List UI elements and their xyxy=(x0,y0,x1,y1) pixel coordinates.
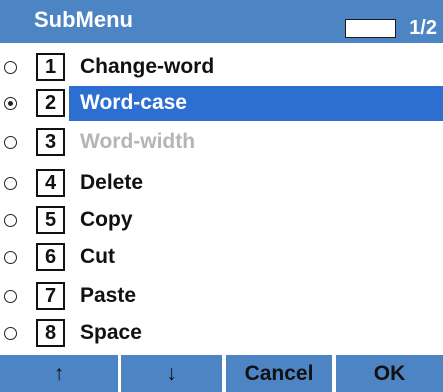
item-label: Word-case xyxy=(80,91,187,114)
menu-item-delete[interactable]: 4 Delete xyxy=(0,166,443,199)
item-number: 5 xyxy=(36,206,65,234)
menu-item-cut[interactable]: 6 Cut xyxy=(0,240,443,273)
radio-off-icon xyxy=(4,61,17,74)
page-indicator: 1/2 xyxy=(409,17,437,39)
item-label: Paste xyxy=(80,284,137,307)
page-title: SubMenu xyxy=(34,7,133,32)
item-label: Change-word xyxy=(80,55,215,78)
item-label: Word-width xyxy=(80,130,196,153)
item-label: Delete xyxy=(80,171,144,194)
item-label: Copy xyxy=(80,208,133,231)
item-number: 4 xyxy=(36,169,65,197)
radio-on-icon xyxy=(4,97,17,110)
item-number: 1 xyxy=(36,53,65,81)
item-number: 8 xyxy=(36,319,65,347)
item-number: 7 xyxy=(36,282,65,310)
header-bar: SubMenu 1/2 xyxy=(0,0,443,43)
radio-off-icon xyxy=(4,136,17,149)
item-number: 2 xyxy=(36,89,65,117)
radio-off-icon xyxy=(4,327,17,340)
softkey-bar: ↑ ↓ Cancel OK xyxy=(0,355,443,392)
menu-item-change-word[interactable]: 1 Change-word xyxy=(0,50,443,83)
ok-button[interactable]: OK xyxy=(336,355,443,392)
radio-off-icon xyxy=(4,290,17,303)
item-label: Cut xyxy=(80,245,115,268)
page-indicator-box xyxy=(345,19,396,38)
cancel-button[interactable]: Cancel xyxy=(226,355,332,392)
up-arrow-button[interactable]: ↑ xyxy=(0,355,118,392)
menu-item-word-case[interactable]: 2 Word-case xyxy=(0,86,443,121)
radio-off-icon xyxy=(4,251,17,264)
menu-item-paste[interactable]: 7 Paste xyxy=(0,279,443,312)
radio-off-icon xyxy=(4,214,17,227)
menu-item-word-width: 3 Word-width xyxy=(0,125,443,158)
down-arrow-button[interactable]: ↓ xyxy=(121,355,222,392)
menu-item-space[interactable]: 8 Space xyxy=(0,316,443,349)
item-number: 6 xyxy=(36,243,65,271)
item-number: 3 xyxy=(36,128,65,156)
menu-item-copy[interactable]: 5 Copy xyxy=(0,203,443,236)
item-label: Space xyxy=(80,321,142,344)
radio-off-icon xyxy=(4,177,17,190)
